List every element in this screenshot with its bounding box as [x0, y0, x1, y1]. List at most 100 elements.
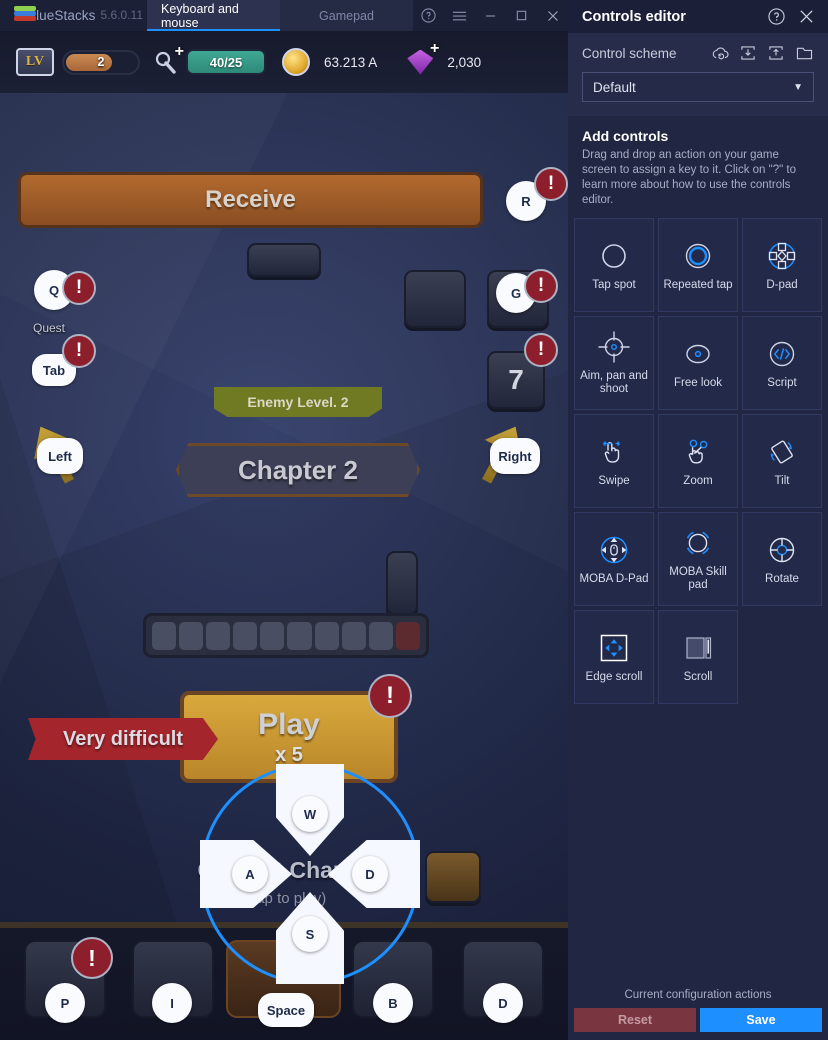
control-card-free-look-label: Free look [674, 376, 722, 389]
game-screen[interactable]: LV 2 + 40/25 63.213 A + 2,030 Receive 7 … [0, 31, 568, 1040]
keybind-b[interactable]: B [373, 983, 413, 1023]
alert-badge[interactable]: ! [524, 333, 558, 367]
play-label: Play [258, 707, 320, 741]
swipe-icon [597, 435, 631, 469]
keybind-a[interactable]: A [232, 856, 268, 892]
alert-badge[interactable]: ! [368, 674, 412, 718]
help-circle-icon[interactable] [413, 0, 444, 31]
free-look-icon [681, 337, 715, 371]
inventory-slot[interactable] [287, 621, 312, 650]
close-icon[interactable] [537, 0, 568, 31]
inventory-slot[interactable] [233, 621, 258, 650]
reset-button[interactable]: Reset [574, 1008, 696, 1032]
bluestacks-window: BlueStacks 5.6.0.11 Keyboard and mouse G… [0, 0, 828, 1040]
control-card-aim-pan-and-shoot[interactable]: Aim, pan and shoot [574, 316, 654, 410]
keybind-i[interactable]: I [152, 983, 192, 1023]
dpad-overlay[interactable]: W A D S [200, 764, 420, 984]
control-card-moba-d-pad[interactable]: MOBA D-Pad [574, 512, 654, 606]
minimize-icon[interactable] [475, 0, 506, 31]
alert-badge[interactable]: ! [62, 334, 96, 368]
keybind-d-item[interactable]: D [483, 983, 523, 1023]
chevron-down-icon: ▼ [793, 81, 803, 93]
control-scheme-section: Control scheme Default ▼ [568, 33, 828, 116]
add-controls-section: Add controls Drag and drop an action on … [568, 116, 828, 214]
export-icon[interactable] [766, 43, 786, 63]
game-tile-chest[interactable] [247, 243, 321, 277]
inventory-slot[interactable] [206, 621, 231, 650]
save-button[interactable]: Save [700, 1008, 822, 1032]
keybind-space[interactable]: Space [258, 993, 314, 1027]
control-scheme-dropdown[interactable]: Default ▼ [582, 72, 814, 102]
maximize-icon[interactable] [506, 0, 537, 31]
inventory-slot[interactable] [341, 621, 366, 650]
keybind-d[interactable]: D [352, 856, 388, 892]
keybind-w[interactable]: W [292, 796, 328, 832]
titlebar-tabs: Keyboard and mouse Gamepad [147, 0, 413, 31]
gem-plus-icon[interactable]: + [430, 40, 439, 58]
inventory-slot[interactable] [152, 621, 177, 650]
inventory-slot[interactable] [314, 621, 339, 650]
energy-key-icon: + [152, 43, 184, 75]
game-tile-paw[interactable] [404, 270, 466, 328]
keybind-left[interactable]: Left [37, 438, 83, 474]
emulator-area: BlueStacks 5.6.0.11 Keyboard and mouse G… [0, 0, 568, 1040]
energy-counter: 40/25 [186, 49, 266, 75]
control-card-aim-pan-and-shoot-label: Aim, pan and shoot [580, 370, 648, 395]
add-controls-description: Drag and drop an action on your game scr… [582, 149, 796, 206]
inventory-slot[interactable] [260, 621, 285, 650]
control-card-swipe[interactable]: Swipe [574, 414, 654, 508]
tab-keyboard-and-mouse-label: Keyboard and mouse [161, 1, 239, 30]
import-icon[interactable] [738, 43, 758, 63]
alert-badge[interactable]: ! [71, 937, 113, 979]
help-circle-icon[interactable] [764, 5, 788, 29]
moba-d-pad-icon [597, 533, 631, 567]
app-version: 5.6.0.11 [100, 8, 143, 22]
inventory-slot[interactable] [368, 621, 393, 650]
keybind-p[interactable]: P [45, 983, 85, 1023]
controls-editor-header: Controls editor [568, 0, 828, 33]
bluestacks-logo-icon [14, 6, 36, 24]
folder-icon[interactable] [794, 43, 814, 63]
control-card-zoom[interactable]: Zoom [658, 414, 738, 508]
controls-editor-title: Controls editor [582, 8, 686, 25]
keybind-s[interactable]: S [292, 916, 328, 952]
control-card-tap-spot[interactable]: Tap spot [574, 218, 654, 312]
difficulty-label: Very difficult [62, 727, 184, 750]
controls-editor-panel: Controls editor Control scheme Default ▼… [568, 0, 828, 1040]
control-card-script-label: Script [767, 376, 797, 389]
control-card-repeated-tap[interactable]: Repeated tap [658, 218, 738, 312]
level-badge: LV [16, 48, 54, 76]
tab-gamepad[interactable]: Gamepad [280, 0, 413, 31]
close-icon[interactable] [794, 5, 818, 29]
control-card-script[interactable]: Script [742, 316, 822, 410]
alert-badge[interactable]: ! [524, 269, 558, 303]
control-card-scroll-label: Scroll [683, 670, 713, 683]
control-card-edge-scroll[interactable]: Edge scroll [574, 610, 654, 704]
chapter-label: Chapter 2 [238, 454, 358, 485]
alert-badge[interactable]: ! [534, 167, 568, 201]
energy-value: 40/25 [186, 49, 266, 75]
game-tile-potion[interactable] [386, 551, 418, 615]
receive-banner[interactable]: Receive [18, 172, 483, 228]
gem-value: 2,030 [447, 54, 482, 70]
alert-badge[interactable]: ! [62, 271, 96, 305]
hamburger-menu-icon[interactable] [444, 0, 475, 31]
control-card-scroll[interactable]: Scroll [658, 610, 738, 704]
repeated-tap-icon [681, 239, 715, 273]
control-card-tilt[interactable]: Tilt [742, 414, 822, 508]
control-card-d-pad[interactable]: D-pad [742, 218, 822, 312]
tab-keyboard-and-mouse[interactable]: Keyboard and mouse [147, 0, 280, 31]
controls-editor-header-actions [764, 5, 818, 29]
inventory-slot[interactable] [179, 621, 204, 650]
inventory-slot[interactable] [395, 621, 420, 650]
control-card-tap-spot-label: Tap spot [592, 278, 636, 291]
cloud-sync-icon[interactable] [710, 43, 730, 63]
footer-label: Current configuration actions [624, 989, 772, 1001]
control-card-moba-skill-pad[interactable]: MOBA Skill pad [658, 512, 738, 606]
moba-skill-pad-icon [681, 526, 715, 560]
control-card-free-look[interactable]: Free look [658, 316, 738, 410]
control-card-rotate[interactable]: Rotate [742, 512, 822, 606]
keybind-right[interactable]: Right [490, 438, 540, 474]
energy-plus-icon[interactable]: + [175, 43, 184, 61]
inventory-bar[interactable] [143, 613, 429, 658]
